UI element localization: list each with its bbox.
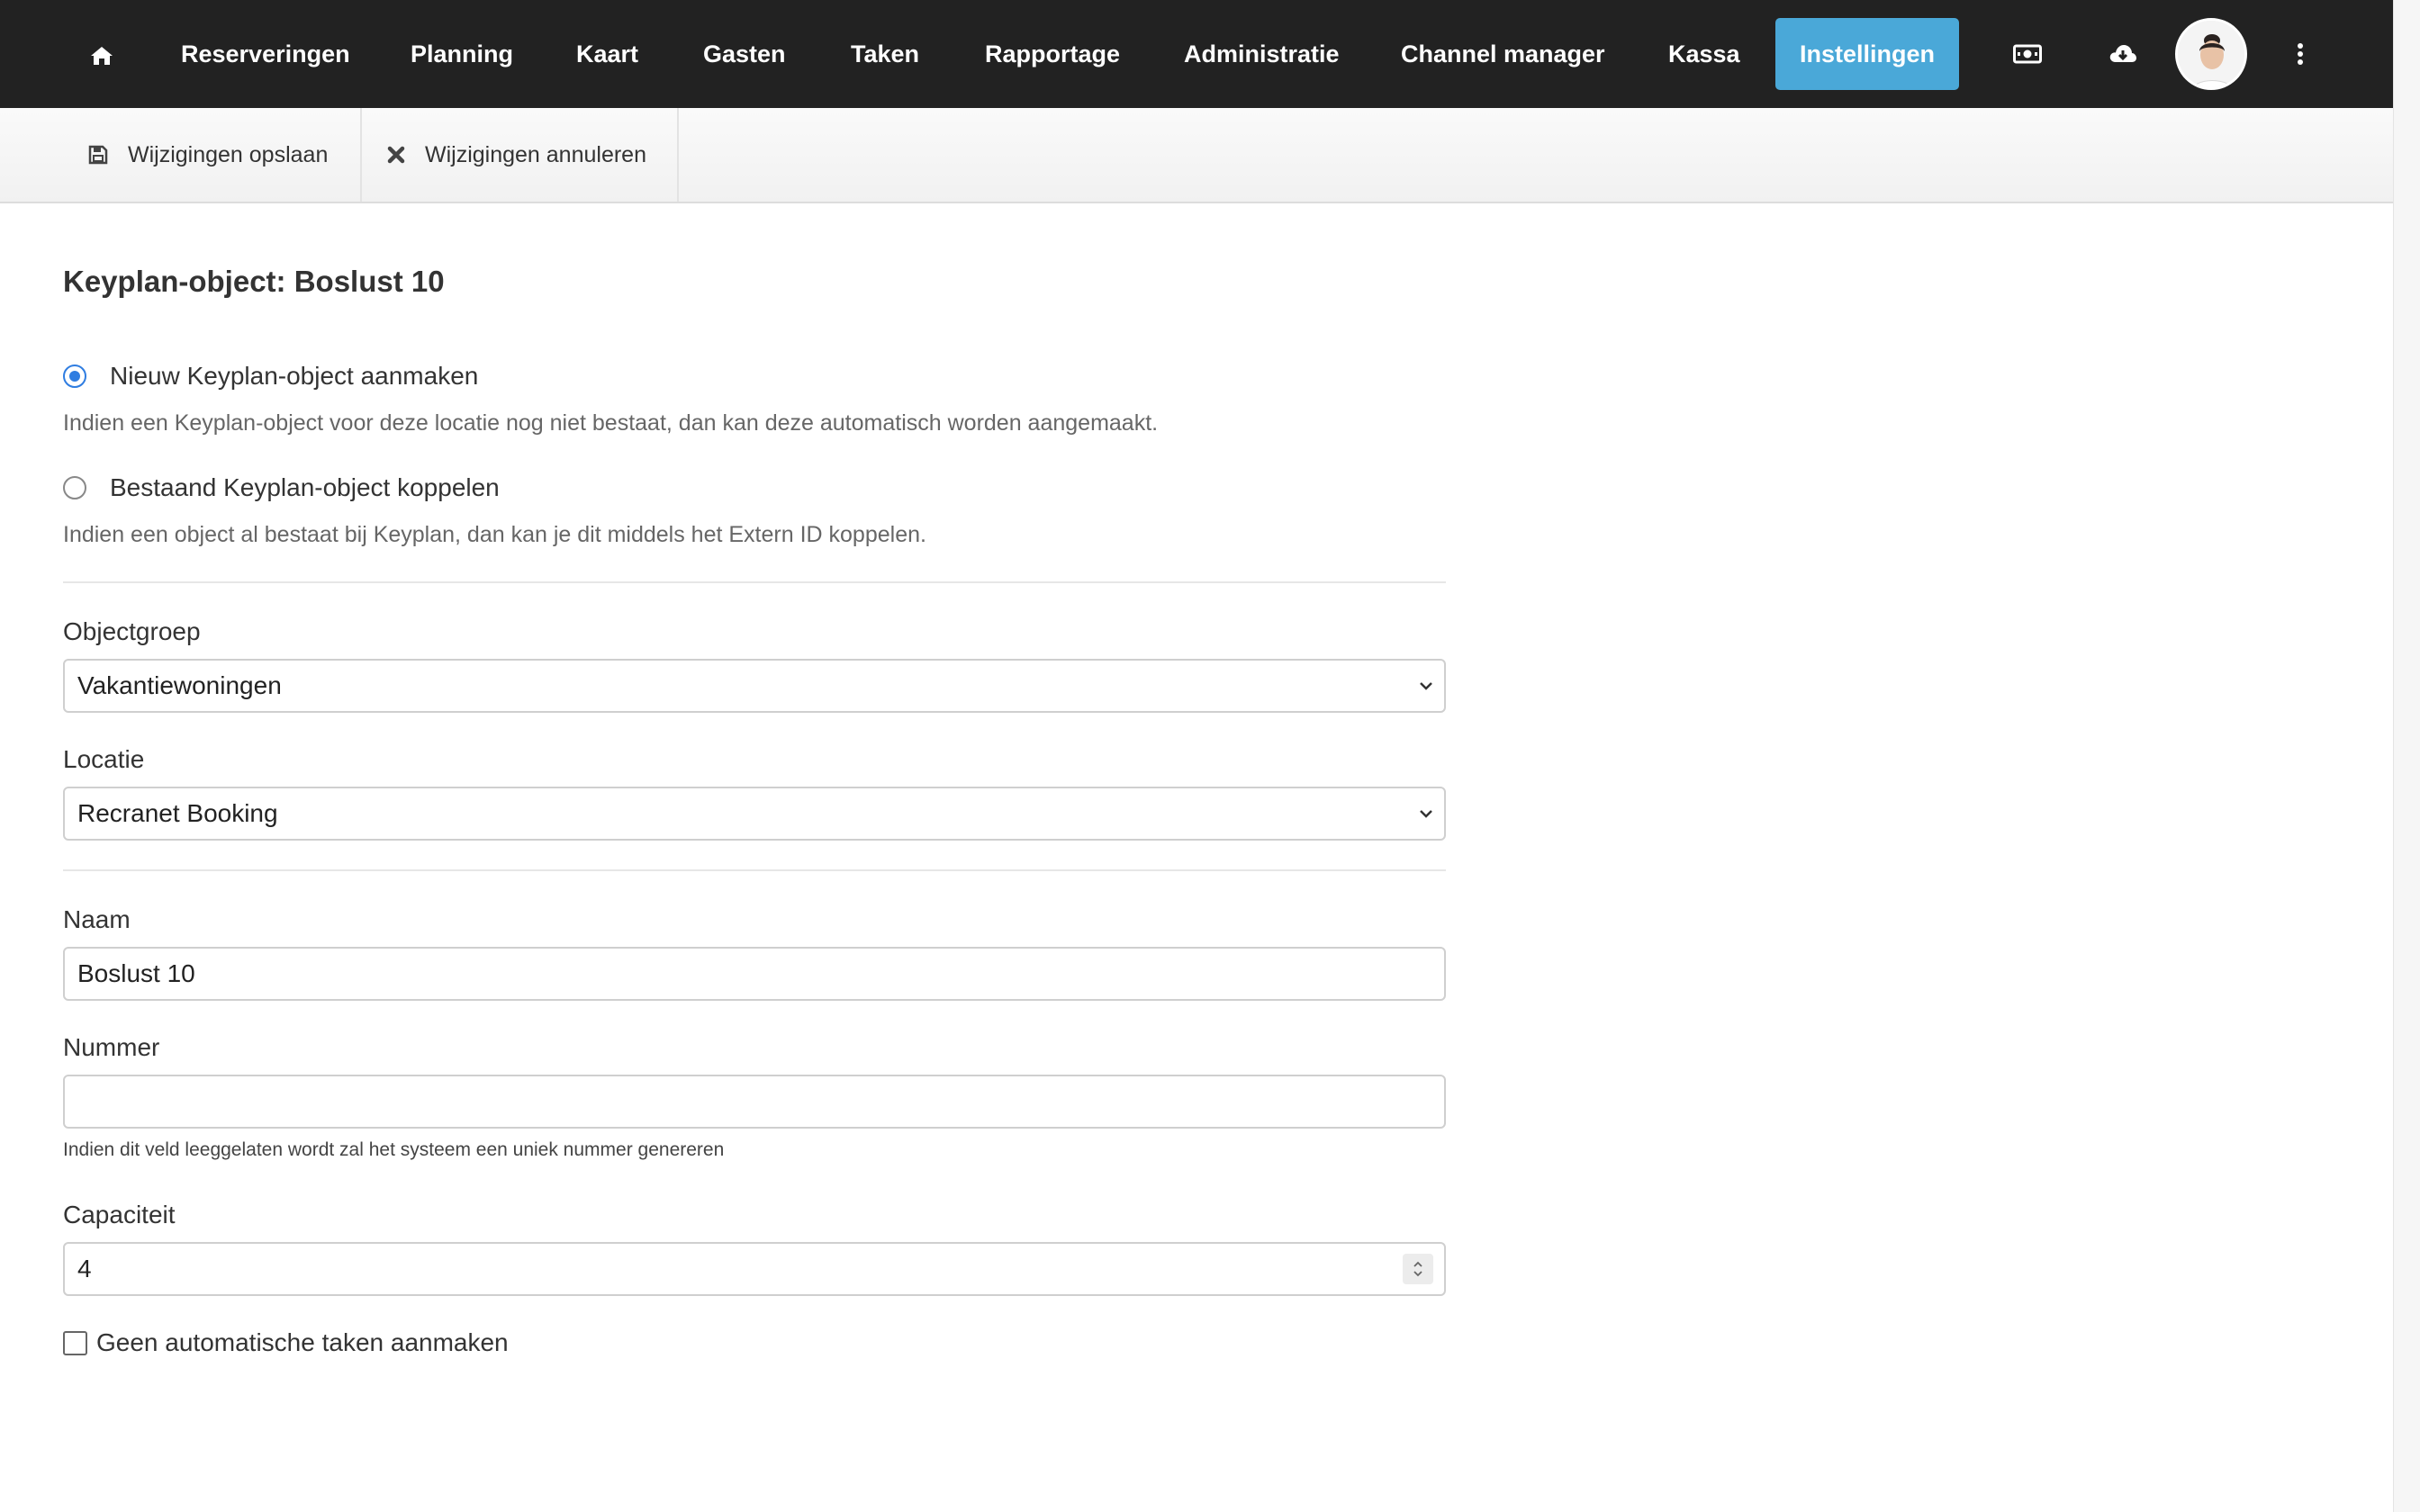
number-stepper[interactable] bbox=[1403, 1254, 1433, 1284]
capaciteit-label: Capaciteit bbox=[63, 1201, 176, 1228]
radio-button-unchecked[interactable] bbox=[63, 476, 86, 500]
more-menu-button[interactable] bbox=[2294, 0, 2307, 108]
money-icon bbox=[2013, 44, 2042, 64]
radio-new-object-label: Nieuw Keyplan-object aanmaken bbox=[110, 362, 479, 390]
save-changes-label: Wijzigingen opslaan bbox=[128, 141, 329, 167]
no-auto-tasks-checkbox[interactable] bbox=[63, 1330, 87, 1355]
locatie-select[interactable]: Recranet Booking bbox=[63, 787, 1446, 841]
objectgroep-label: Objectgroep bbox=[63, 617, 201, 645]
top-navbar: Reserveringen Planning Kaart Gasten Take… bbox=[0, 0, 2393, 108]
naam-label: Naam bbox=[63, 905, 131, 933]
locatie-label: Locatie bbox=[63, 745, 145, 773]
window-scrollbar[interactable] bbox=[2393, 0, 2420, 1512]
chevron-down-icon bbox=[1420, 810, 1432, 818]
nav-kaart[interactable]: Kaart bbox=[576, 0, 638, 108]
nav-kassa[interactable]: Kassa bbox=[1668, 0, 1740, 108]
no-auto-tasks-label: Geen automatische taken aanmaken bbox=[96, 1328, 509, 1356]
no-auto-tasks-option[interactable]: Geen automatische taken aanmaken bbox=[63, 1328, 509, 1357]
cancel-changes-label: Wijzigingen annuleren bbox=[425, 141, 646, 167]
stepper-arrows-icon bbox=[1413, 1261, 1422, 1277]
close-icon bbox=[387, 146, 405, 164]
radio-new-object[interactable]: Nieuw Keyplan-object aanmaken bbox=[63, 362, 478, 391]
nav-home[interactable] bbox=[88, 0, 115, 108]
user-photo-icon bbox=[2178, 21, 2244, 87]
nummer-label: Nummer bbox=[63, 1033, 160, 1061]
cloud-download-icon bbox=[2109, 45, 2136, 62]
radio-new-object-help: Indien een Keyplan-object voor deze loca… bbox=[63, 410, 1159, 436]
radio-existing-object-label: Bestaand Keyplan-object koppelen bbox=[110, 473, 500, 501]
avatar[interactable] bbox=[2175, 18, 2247, 90]
nummer-help: Indien dit veld leeggelaten wordt zal he… bbox=[63, 1139, 725, 1160]
more-vertical-icon bbox=[2298, 43, 2303, 65]
capaciteit-input[interactable]: 4 bbox=[63, 1242, 1446, 1296]
download-button[interactable] bbox=[2107, 0, 2139, 108]
save-changes-button[interactable]: Wijzigingen opslaan bbox=[63, 108, 362, 202]
naam-value: Boslust 10 bbox=[77, 959, 195, 987]
radio-existing-object[interactable]: Bestaand Keyplan-object koppelen bbox=[63, 473, 500, 502]
cancel-changes-button[interactable]: Wijzigingen annuleren bbox=[362, 108, 679, 202]
locatie-value: Recranet Booking bbox=[77, 799, 278, 827]
nav-gasten[interactable]: Gasten bbox=[703, 0, 786, 108]
section-divider bbox=[63, 581, 1446, 583]
capaciteit-value: 4 bbox=[77, 1255, 92, 1282]
radio-existing-object-help: Indien een object al bestaat bij Keyplan… bbox=[63, 522, 926, 547]
home-icon bbox=[91, 46, 113, 65]
nav-instellingen[interactable]: Instellingen bbox=[1775, 18, 1959, 90]
section-divider bbox=[63, 869, 1446, 871]
nav-rapportage[interactable]: Rapportage bbox=[985, 0, 1120, 108]
nav-taken[interactable]: Taken bbox=[851, 0, 919, 108]
page-title: Keyplan-object: Boslust 10 bbox=[63, 265, 445, 298]
objectgroep-select[interactable]: Vakantiewoningen bbox=[63, 659, 1446, 713]
nav-planning[interactable]: Planning bbox=[411, 0, 513, 108]
nav-reserveringen[interactable]: Reserveringen bbox=[181, 0, 350, 108]
cash-register-button[interactable] bbox=[2011, 0, 2044, 108]
objectgroep-value: Vakantiewoningen bbox=[77, 671, 282, 699]
nummer-input[interactable] bbox=[63, 1075, 1446, 1129]
radio-button-checked[interactable] bbox=[63, 364, 86, 388]
action-toolbar: Wijzigingen opslaan Wijzigingen annulere… bbox=[0, 108, 2393, 203]
chevron-down-icon bbox=[1420, 682, 1432, 690]
nav-administratie[interactable]: Administratie bbox=[1184, 0, 1340, 108]
naam-input[interactable]: Boslust 10 bbox=[63, 947, 1446, 1001]
nav-channel-manager[interactable]: Channel manager bbox=[1401, 0, 1605, 108]
save-icon bbox=[88, 145, 108, 165]
